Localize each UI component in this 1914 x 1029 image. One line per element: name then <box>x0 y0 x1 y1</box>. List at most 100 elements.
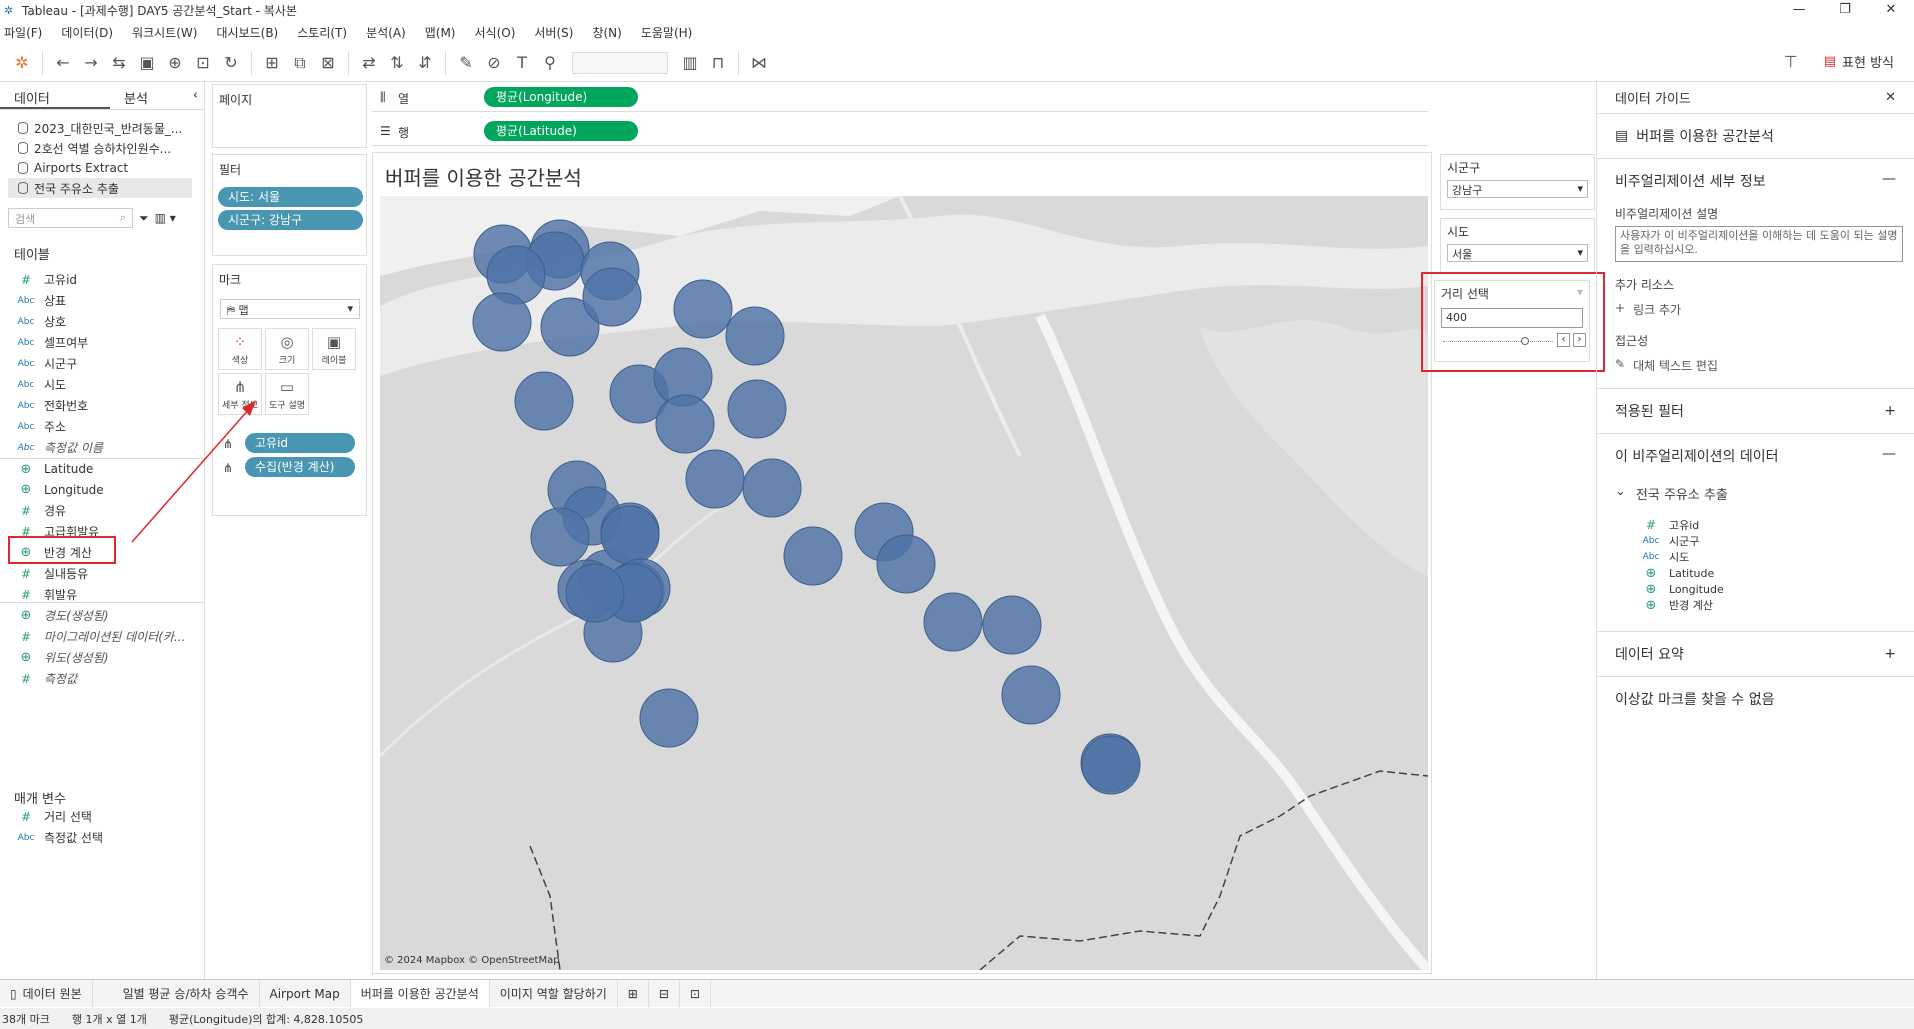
search-input[interactable]: 검색 ⌕ <box>8 208 133 228</box>
sort-desc-icon[interactable]: ⇵ <box>411 50 439 76</box>
fit-dropdown[interactable] <box>572 51 668 74</box>
new-datasource-icon[interactable]: ⊕ <box>161 50 189 76</box>
label-button[interactable]: ▣ 레이블 <box>312 328 356 370</box>
new-sheet-icon[interactable]: ⊞ <box>618 980 649 1007</box>
close-icon[interactable]: ✕ <box>1868 0 1914 20</box>
buffer-circle-mark[interactable] <box>685 449 745 509</box>
source-tree-item[interactable]: ⌄ 전국 주유소 추출 <box>1615 484 1896 503</box>
group-icon[interactable]: ⊘ <box>480 50 508 76</box>
columns-shelf[interactable]: ⫼ 열 평균(Longitude) <box>372 84 1428 112</box>
field-item[interactable]: # 고유id <box>0 269 204 290</box>
mark-type-dropdown[interactable]: ⛿ 맵 ▾ <box>220 299 360 319</box>
buffer-circle-mark[interactable] <box>923 592 983 652</box>
filter-pill-sido[interactable]: 시도: 서울 <box>218 187 363 207</box>
mark-pill-id[interactable]: 고유id <box>245 433 355 453</box>
menu-data[interactable]: 데이터(D) <box>61 24 113 41</box>
redo-icon[interactable]: → <box>77 50 105 76</box>
pages-card[interactable]: 페이지 <box>212 84 367 148</box>
applied-filters-section[interactable]: 적용된 필터 + <box>1597 389 1914 434</box>
buffer-circle-mark[interactable] <box>600 505 660 565</box>
parameter-item[interactable]: # 거리 선택 <box>0 806 205 827</box>
buffer-circle-mark[interactable] <box>472 292 532 352</box>
field-item[interactable]: # 실내등유 <box>0 563 204 584</box>
highlight-icon[interactable]: ✎ <box>452 50 480 76</box>
field-item[interactable]: ⊕ 경도(생성됨) <box>0 605 204 626</box>
menu-server[interactable]: 서버(S) <box>534 24 573 41</box>
buffer-circle-mark[interactable] <box>582 267 642 327</box>
view-options-icon[interactable]: ▥ ▾ <box>155 211 176 225</box>
color-button[interactable]: ⁘ 색상 <box>218 328 262 370</box>
tab-sheet-active[interactable]: 버퍼를 이용한 공간분석 <box>350 980 490 1007</box>
detail-button[interactable]: ⋔ 세부 정보 <box>218 373 262 415</box>
buffer-circle-mark[interactable] <box>565 563 625 623</box>
buffer-circle-mark[interactable] <box>1081 735 1141 795</box>
edit-alt-text-button[interactable]: ✎ 대체 텍스트 편집 <box>1615 357 1896 374</box>
buffer-circle-mark[interactable] <box>514 371 574 431</box>
data-summary-section[interactable]: 데이터 요약 + <box>1597 632 1914 677</box>
datasource-item[interactable]: Airports Extract <box>0 158 204 178</box>
menu-file[interactable]: 파일(F) <box>4 24 42 41</box>
replay-icon[interactable]: ⇆ <box>105 50 133 76</box>
save-icon[interactable]: ▣ <box>133 50 161 76</box>
field-item[interactable]: # 마이그레이션된 데이터(카... <box>0 626 204 647</box>
new-dashboard-icon[interactable]: ⊟ <box>649 980 680 1007</box>
pause-update-icon[interactable]: ⊡ <box>189 50 217 76</box>
datasource-item-selected[interactable]: 전국 주유소 추출 <box>8 178 192 198</box>
buffer-circle-mark[interactable] <box>530 507 590 567</box>
field-item[interactable]: Abc 셀프여부 <box>0 332 204 353</box>
rows-pill[interactable]: 평균(Latitude) <box>484 121 638 141</box>
size-button[interactable]: ◎ 크기 <box>265 328 309 370</box>
tab-sheet[interactable]: Airport Map <box>260 980 351 1007</box>
collapse-minus-icon[interactable]: — <box>1882 171 1896 191</box>
field-item[interactable]: Abc 전화번호 <box>0 395 204 416</box>
field-item[interactable]: ⊕ 위도(생성됨) <box>0 647 204 668</box>
field-item[interactable]: Abc 주소 <box>0 416 204 437</box>
buffer-circle-mark[interactable] <box>673 279 733 339</box>
sort-asc-icon[interactable]: ⇅ <box>383 50 411 76</box>
tab-analytics[interactable]: 분석 <box>110 82 162 109</box>
menu-worksheet[interactable]: 워크시트(W) <box>132 24 197 41</box>
buffer-circle-mark[interactable] <box>876 534 936 594</box>
menu-map[interactable]: 맵(M) <box>425 24 456 41</box>
rows-shelf[interactable]: ☰ 행 평균(Latitude) <box>372 118 1428 146</box>
menu-story[interactable]: 스토리(T) <box>297 24 347 41</box>
mark-pill-radius[interactable]: 수집(반경 계산) <box>245 457 355 477</box>
buffer-circle-mark[interactable] <box>742 458 802 518</box>
show-me-button[interactable]: ⊤ ▤ 표현 방식 <box>1784 52 1894 71</box>
guide-desc-textarea[interactable]: 사용자가 이 비주얼리제이션을 이해하는 데 도움이 되는 설명을 입력하십시오… <box>1615 226 1903 262</box>
filter-icon[interactable]: ⏷ <box>139 211 149 226</box>
swap-icon[interactable]: ⇄ <box>355 50 383 76</box>
new-story-icon[interactable]: ⊡ <box>680 980 711 1007</box>
buffer-circle-mark[interactable] <box>725 306 785 366</box>
collapse-minus-icon[interactable]: — <box>1882 446 1896 466</box>
sido-filter-select[interactable]: 서울 ▾ <box>1447 244 1588 262</box>
field-item[interactable]: Abc 시군구 <box>0 353 204 374</box>
labels-icon[interactable]: T <box>508 50 536 76</box>
undo-icon[interactable]: ← <box>49 50 77 76</box>
field-item[interactable]: ⊕ Longitude <box>0 479 204 500</box>
menu-format[interactable]: 서식(O) <box>475 24 516 41</box>
field-item[interactable]: ⊕ Latitude <box>0 458 204 479</box>
menu-dashboard[interactable]: 대시보드(B) <box>216 24 278 41</box>
menu-help[interactable]: 도움말(H) <box>641 24 693 41</box>
tab-datasource[interactable]: ▯ 데이터 원본 <box>0 980 93 1007</box>
pin-icon[interactable]: ⚲ <box>536 50 564 76</box>
show-cards-icon[interactable]: ▥ <box>676 50 704 76</box>
field-item[interactable]: Abc 시도 <box>0 374 204 395</box>
sigungu-filter-select[interactable]: 강남구 ▾ <box>1447 180 1588 198</box>
share-icon[interactable]: ⋈ <box>745 50 773 76</box>
tableau-home-icon[interactable]: ✲ <box>8 50 36 76</box>
close-icon[interactable]: ✕ <box>1885 90 1896 105</box>
tab-sheet[interactable]: 일별 평균 승/하차 승객수 <box>113 980 260 1007</box>
datasource-item[interactable]: 2023_대한민국_반려동물_... <box>0 118 204 138</box>
datasource-item[interactable]: 2호선 역별 승하차인원수... <box>0 138 204 158</box>
refresh-icon[interactable]: ↻ <box>217 50 245 76</box>
field-item[interactable]: # 경유 <box>0 500 204 521</box>
buffer-circle-mark[interactable] <box>655 394 715 454</box>
filters-card[interactable]: 필터 시도: 서울 시군구: 강남구 <box>212 154 367 256</box>
tab-data[interactable]: 데이터 <box>0 82 110 109</box>
menu-analysis[interactable]: 분석(A) <box>366 24 406 41</box>
map-view[interactable]: © 2024 Mapbox © OpenStreetMap <box>380 196 1428 970</box>
restore-icon[interactable]: ❐ <box>1822 0 1868 20</box>
parameter-item[interactable]: Abc 측정값 선택 <box>0 827 205 848</box>
